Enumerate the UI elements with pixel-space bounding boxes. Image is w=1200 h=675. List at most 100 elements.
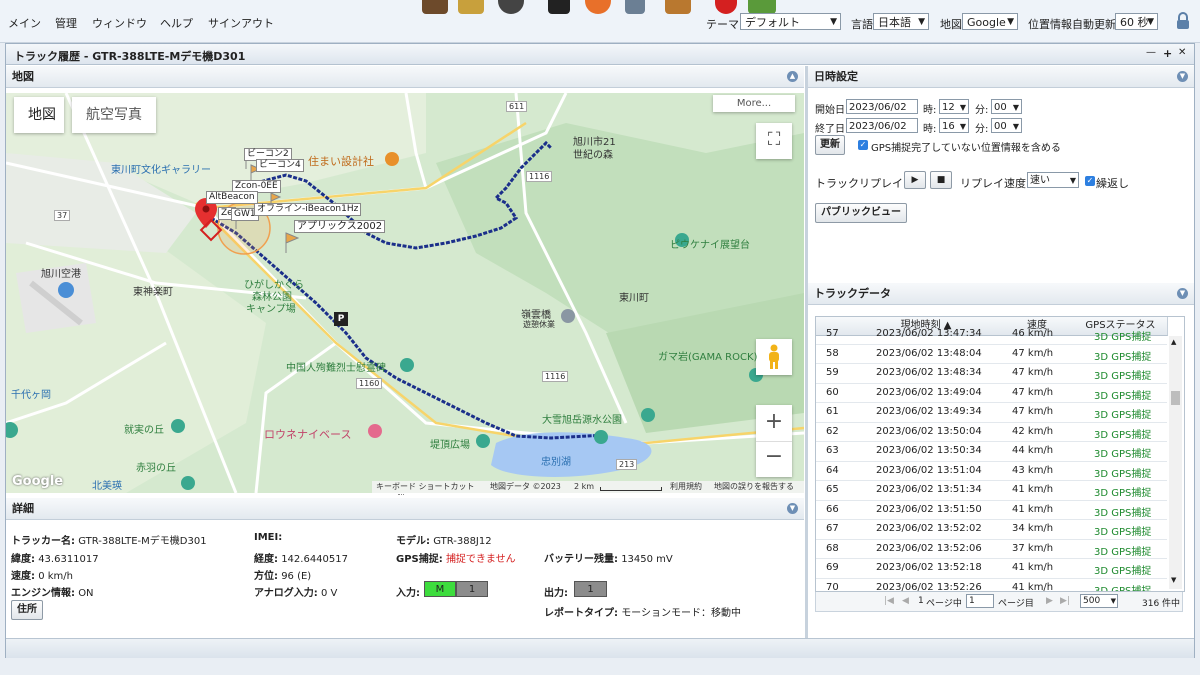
row-time: 2023/06/02 13:51:04 <box>876 464 982 476</box>
autoupdate-select[interactable]: 60 秒 ▼ <box>1115 13 1158 30</box>
menu-main[interactable]: メイン <box>8 15 41 31</box>
last-page-icon[interactable]: ▶| <box>1060 596 1070 606</box>
alert-icon[interactable] <box>585 0 611 14</box>
collapse-icon[interactable]: ▼ <box>1177 71 1188 82</box>
stop-icon[interactable]: ■ <box>930 171 952 189</box>
row-speed: 41 km/h <box>1012 562 1054 573</box>
stop-icon[interactable] <box>715 0 737 14</box>
chevron-down-icon: ▼ <box>918 17 925 27</box>
poi-label: ピウケナイ展望台 <box>670 240 750 251</box>
parking-marker[interactable]: P <box>334 312 348 326</box>
start-minute-select[interactable]: 00 ▼ <box>991 99 1022 114</box>
scroll-down-icon[interactable]: ▼ <box>1171 576 1176 584</box>
table-row[interactable]: 65 2023/06/02 13:51:34 41 km/h 3D GPS捕捉 <box>816 480 1167 501</box>
phone-icon[interactable] <box>548 0 570 14</box>
close-icon[interactable]: ✕ <box>1178 47 1186 58</box>
end-minute-select[interactable]: 00 ▼ <box>991 118 1022 133</box>
address-button[interactable]: 住所 <box>11 600 43 620</box>
details-panel-header: 詳細 ▼ <box>6 498 804 520</box>
street-view-pegman-icon[interactable] <box>756 339 792 375</box>
table-row[interactable]: 69 2023/06/02 13:52:18 41 km/h 3D GPS捕捉 <box>816 558 1167 579</box>
minimize-icon[interactable]: — <box>1146 47 1156 58</box>
menu-help[interactable]: ヘルプ <box>160 15 193 31</box>
map-icon[interactable] <box>458 0 484 14</box>
tab-map-view[interactable]: 地図 <box>14 97 64 133</box>
menu-window[interactable]: ウィンドウ <box>92 15 147 31</box>
clock-icon[interactable] <box>498 0 524 14</box>
table-row[interactable]: 60 2023/06/02 13:49:04 47 km/h 3D GPS捕捉 <box>816 383 1167 403</box>
terms-link[interactable]: 利用規約 <box>670 481 702 493</box>
beacon-tag[interactable]: ビーコン4 <box>256 159 304 172</box>
table-row[interactable]: 59 2023/06/02 13:48:34 47 km/h 3D GPS捕捉 <box>816 363 1167 384</box>
update-button[interactable]: 更新 <box>815 135 845 155</box>
table-row[interactable]: 62 2023/06/02 13:50:04 42 km/h 3D GPS捕捉 <box>816 422 1167 442</box>
table-scrollbar[interactable]: ▲ ▼ <box>1169 336 1182 589</box>
poi-label: 大雪旭岳源水公園 <box>542 415 622 426</box>
table-row[interactable]: 70 2023/06/02 13:52:26 41 km/h 3D GPS捕捉 <box>816 578 1167 592</box>
fullscreen-icon[interactable]: ⛶ <box>756 123 792 159</box>
repeat-checkbox[interactable]: ✓ <box>1085 176 1095 186</box>
table-row[interactable]: 66 2023/06/02 13:51:50 41 km/h 3D GPS捕捉 <box>816 500 1167 520</box>
row-index: 61 <box>826 406 839 417</box>
window-titlebar[interactable]: トラック履歴 - GTR-388LTE-Mデモ機D301 — + ✕ <box>6 44 1194 65</box>
end-date-input[interactable]: 2023/06/02 <box>846 118 918 133</box>
beacon-tag[interactable]: アプリックス2002 <box>294 220 386 233</box>
details-panel-title: 詳細 <box>12 502 34 515</box>
collapse-icon[interactable]: ▼ <box>787 503 798 514</box>
beacon-tag[interactable]: AltBeacon <box>206 191 258 204</box>
collapse-icon[interactable]: ▼ <box>1177 288 1188 299</box>
map-view[interactable]: 地図 航空写真 More... ⛶ + − 旭川市21 世紀の森 東川町文化ギャ… <box>6 93 804 493</box>
table-row[interactable]: 64 2023/06/02 13:51:04 43 km/h 3D GPS捕捉 <box>816 461 1167 481</box>
keyboard-shortcuts-link[interactable]: キーボード ショートカット <box>376 481 475 493</box>
scrollbar-thumb[interactable] <box>1171 391 1180 405</box>
public-view-button[interactable]: パブリックビュー <box>815 203 907 223</box>
input-label: 入力: <box>396 588 420 599</box>
page-number-input[interactable]: 1 <box>966 594 994 608</box>
replay-speed-select[interactable]: 速い ▼ <box>1027 172 1079 188</box>
start-date-input[interactable]: 2023/06/02 <box>846 99 918 114</box>
book-icon[interactable] <box>665 0 691 14</box>
menu-admin[interactable]: 管理 <box>55 15 77 31</box>
heading-label: 方位: <box>254 571 278 582</box>
collapse-icon[interactable]: ▲ <box>787 71 798 82</box>
record-count: 316 件中 <box>1142 599 1181 609</box>
table-row[interactable]: 67 2023/06/02 13:52:02 34 km/h 3D GPS捕捉 <box>816 519 1167 540</box>
end-hour-select[interactable]: 16 ▼ <box>939 118 969 133</box>
menu-signout[interactable]: サインアウト <box>208 15 274 31</box>
zoom-out-icon[interactable]: − <box>756 441 792 478</box>
table-row[interactable]: 61 2023/06/02 13:49:34 47 km/h 3D GPS捕捉 <box>816 402 1167 423</box>
map-provider-select[interactable]: Google ▼ <box>962 13 1018 30</box>
table-row[interactable]: 58 2023/06/02 13:48:04 47 km/h 3D GPS捕捉 <box>816 344 1167 364</box>
report-error-link[interactable]: 地図の誤りを報告する <box>714 481 794 493</box>
next-page-icon[interactable]: ▶ <box>1046 596 1053 606</box>
row-speed: 46 km/h <box>1012 328 1054 339</box>
start-hour-select[interactable]: 12 ▼ <box>939 99 969 114</box>
page-size-select[interactable]: 500 ▼ <box>1080 594 1118 608</box>
autoupdate-value: 60 秒 <box>1120 16 1149 29</box>
zoom-in-icon[interactable]: + <box>756 405 792 441</box>
include-unfixed-checkbox[interactable]: ✓ <box>858 140 868 150</box>
table-row[interactable]: 68 2023/06/02 13:52:06 37 km/h 3D GPS捕捉 <box>816 539 1167 559</box>
lock-icon[interactable] <box>1176 12 1190 30</box>
page-of-label: ページ中 <box>926 599 962 609</box>
chevron-down-icon: ▼ <box>1007 17 1014 27</box>
dashboard-icon[interactable] <box>422 0 448 14</box>
theme-select[interactable]: デフォルト ▼ <box>740 13 841 30</box>
more-button[interactable]: More... <box>713 95 795 112</box>
play-icon[interactable]: ▶ <box>904 171 926 189</box>
pin-icon[interactable] <box>625 0 645 14</box>
report-icon[interactable] <box>748 0 776 14</box>
poi-label: 住まい設計社 <box>308 155 374 168</box>
language-select[interactable]: 日本語 ▼ <box>873 13 929 30</box>
table-row[interactable]: 57 2023/06/02 13:47:34 46 km/h 3D GPS捕捉 <box>816 327 1167 345</box>
tab-satellite-view[interactable]: 航空写真 <box>72 97 156 133</box>
prev-page-icon[interactable]: ◀ <box>902 596 909 606</box>
page-prefix: 1 <box>918 596 924 606</box>
first-page-icon[interactable]: |◀ <box>884 596 894 606</box>
chevron-down-icon: ▼ <box>959 122 966 131</box>
beacon-tag[interactable]: オフライン-iBeacon1Hz <box>254 203 362 216</box>
scroll-up-icon[interactable]: ▲ <box>1171 338 1176 346</box>
table-row[interactable]: 63 2023/06/02 13:50:34 44 km/h 3D GPS捕捉 <box>816 441 1167 462</box>
poi-label: 千代ヶ岡 <box>11 390 51 401</box>
maximize-icon[interactable]: + <box>1163 47 1172 60</box>
